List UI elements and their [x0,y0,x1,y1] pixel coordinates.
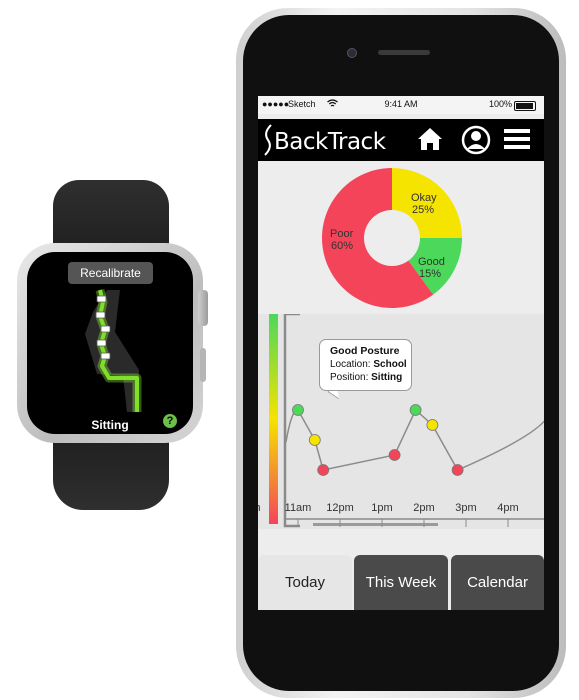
tooltip-title: Good Posture [330,345,400,357]
donut-label-okay-pct: 25% [412,204,434,216]
x-tick-label: 3pm [455,502,476,514]
wifi-icon [327,99,338,110]
logo-swoosh-icon [264,124,272,156]
status-bar: ●●●●● Sketch 9:41 AM 100% [258,96,544,114]
app-title: BackTrack [274,129,386,155]
posture-point-poor[interactable] [451,464,464,476]
posture-point-poor[interactable] [317,464,330,476]
tab-bar: Today This Week Calendar [258,555,544,610]
watch-screen: Recalibrate Sitting ? [27,252,193,434]
donut-label-poor-pct: 60% [331,240,353,252]
tab-today[interactable]: Today [258,555,352,610]
chart-y-bracket [283,314,300,528]
battery-icon [514,101,536,111]
x-tick-label: 4pm [497,502,518,514]
help-icon[interactable]: ? [163,414,177,428]
carrier-name: Sketch [288,99,316,109]
posture-point-good[interactable] [409,404,422,416]
phone-screen: ●●●●● Sketch 9:41 AM 100% BackTrack Okay… [258,96,544,610]
x-tick-label: 1pm [371,502,392,514]
status-time: 9:41 AM [384,99,418,109]
earpiece-speaker [378,50,430,55]
app-header: BackTrack [258,119,544,161]
spine-figure-icon [85,288,142,412]
front-camera [347,48,357,58]
watch-side-button[interactable] [200,348,206,382]
posture-point-poor[interactable] [388,449,401,461]
posture-donut-chart: Okay 25% Good 15% Poor 60% [322,168,462,308]
x-tick-label: 11am [285,502,312,514]
tab-this-week[interactable]: This Week [354,555,448,610]
donut-label-poor-name: Poor [330,228,354,240]
battery-percent: 100% [489,99,513,109]
posture-series-line [285,408,544,471]
tab-calendar[interactable]: Calendar [451,555,544,610]
home-icon[interactable] [417,127,443,151]
posture-color-scale [269,314,278,524]
watch-digital-crown[interactable] [198,290,208,326]
tooltip-position: Position: Sitting [330,372,403,383]
posture-tooltip: Good Posture Location: School Position: … [319,339,412,391]
donut-label-okay-name: Okay [411,192,437,204]
x-tick-label: 12pm [326,502,354,514]
tooltip-location: Location: School [330,359,407,370]
posture-point-good[interactable] [292,404,304,416]
x-tick-label: 2pm [413,502,434,514]
profile-icon[interactable] [461,125,491,155]
donut-label-good-pct: 15% [419,268,441,280]
donut-label-good-name: Good [418,256,445,268]
x-tick-label: m [258,502,261,514]
posture-point-okay[interactable] [426,419,439,431]
signal-icon: ●●●●● [262,99,290,109]
posture-point-okay[interactable] [308,434,321,446]
time-scrollbar [313,523,438,526]
hamburger-menu-icon[interactable] [504,128,530,150]
